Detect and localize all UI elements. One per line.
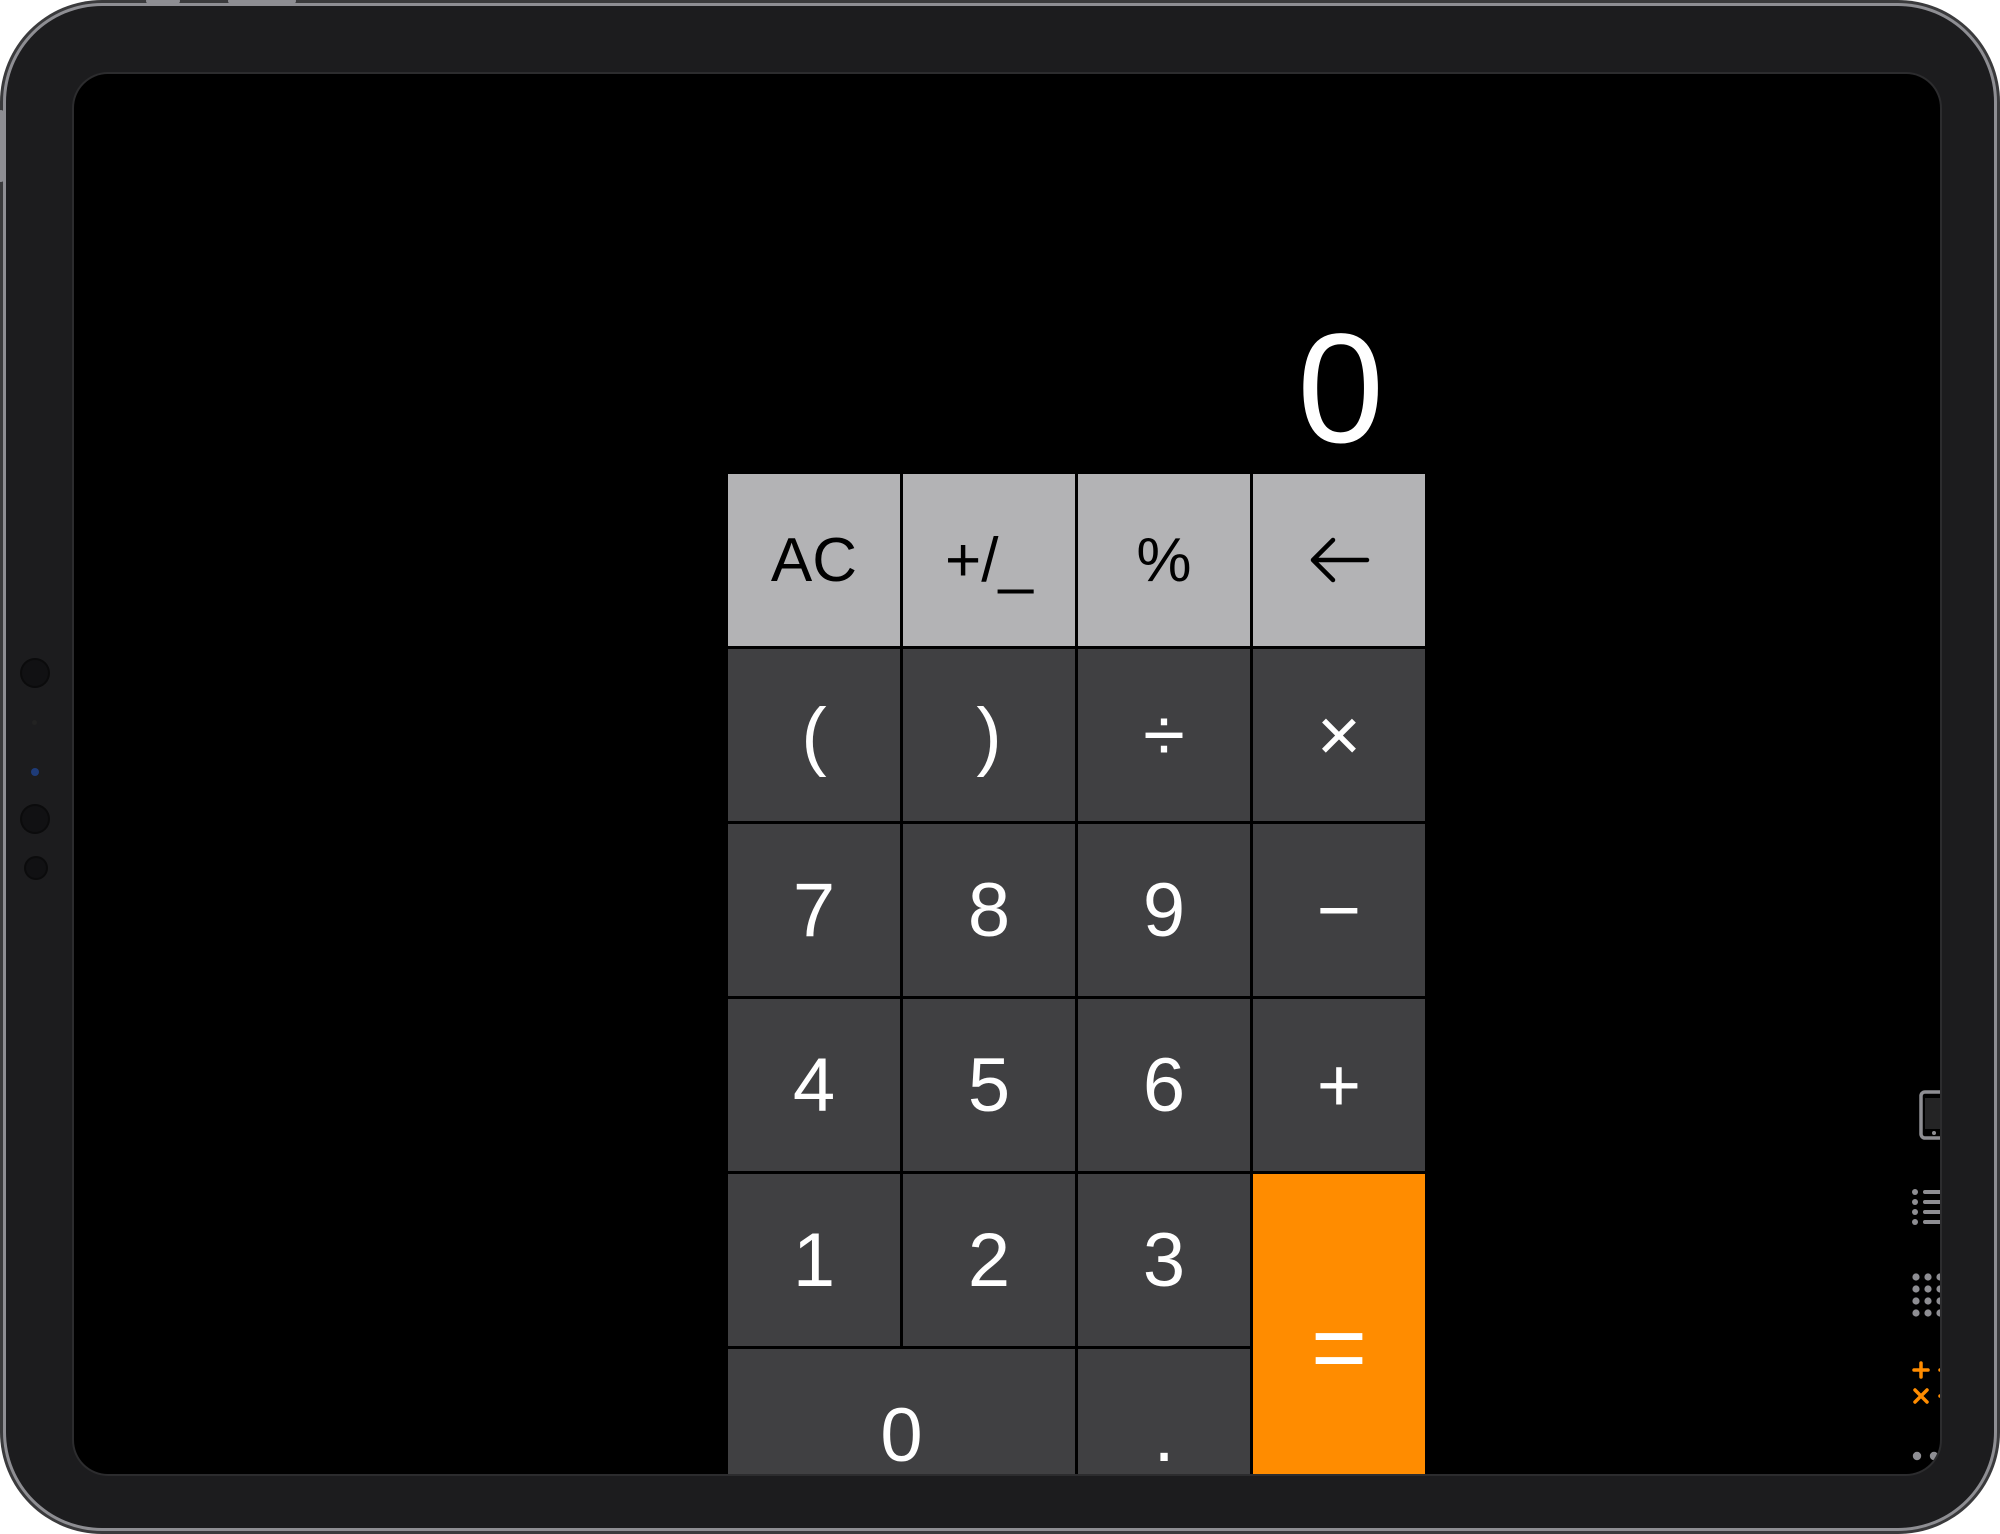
history-list-button[interactable] bbox=[1896, 1174, 1940, 1244]
sign-toggle-button[interactable]: +/_ bbox=[903, 474, 1075, 646]
digit-3-button[interactable]: 3 bbox=[1078, 1174, 1250, 1346]
calculator-mode-button[interactable] bbox=[1896, 1350, 1940, 1420]
face-id-receiver bbox=[26, 858, 46, 878]
digit-0-button[interactable]: 0 bbox=[728, 1349, 1075, 1474]
digit-6-button[interactable]: 6 bbox=[1078, 999, 1250, 1171]
digit-5-button[interactable]: 5 bbox=[903, 999, 1075, 1171]
calculator-display: 0 bbox=[1297, 302, 1384, 476]
keypad-grid-icon bbox=[1912, 1272, 1940, 1322]
device-icon bbox=[1918, 1089, 1940, 1146]
digit-8-button[interactable]: 8 bbox=[903, 824, 1075, 996]
top-volume-button bbox=[146, 0, 180, 4]
side-toolbar bbox=[1896, 1082, 1940, 1474]
minus-button[interactable]: − bbox=[1253, 824, 1425, 996]
multiply-button[interactable]: × bbox=[1253, 649, 1425, 821]
more-options-button[interactable] bbox=[1896, 1422, 1940, 1474]
open-paren-button[interactable]: ( bbox=[728, 649, 900, 821]
calculator-operators-icon bbox=[1912, 1360, 1940, 1410]
backspace-button[interactable] bbox=[1253, 474, 1425, 646]
digit-2-button[interactable]: 2 bbox=[903, 1174, 1075, 1346]
digit-7-button[interactable]: 7 bbox=[728, 824, 900, 996]
face-id-emitter bbox=[22, 806, 48, 832]
keypad-grid-button[interactable] bbox=[1896, 1262, 1940, 1332]
screen: 0 AC +/_ % ( ) ÷ × 7 8 9 − 4 5 6 + 1 2 3… bbox=[74, 74, 1940, 1474]
more-icon bbox=[1912, 1448, 1940, 1466]
digit-1-button[interactable]: 1 bbox=[728, 1174, 900, 1346]
list-icon bbox=[1912, 1188, 1940, 1231]
calculator-keypad: AC +/_ % ( ) ÷ × 7 8 9 − 4 5 6 + 1 2 3 =… bbox=[728, 474, 1425, 1474]
digit-4-button[interactable]: 4 bbox=[728, 999, 900, 1171]
clear-button[interactable]: AC bbox=[728, 474, 900, 646]
percent-button[interactable]: % bbox=[1078, 474, 1250, 646]
decimal-button[interactable]: . bbox=[1078, 1349, 1250, 1474]
device-view-button[interactable] bbox=[1896, 1082, 1940, 1152]
equals-button[interactable]: = bbox=[1253, 1174, 1425, 1474]
divide-button[interactable]: ÷ bbox=[1078, 649, 1250, 821]
proximity-sensor bbox=[31, 768, 39, 776]
plus-button[interactable]: + bbox=[1253, 999, 1425, 1171]
side-button bbox=[0, 110, 4, 182]
digit-9-button[interactable]: 9 bbox=[1078, 824, 1250, 996]
front-camera bbox=[22, 660, 48, 686]
ambient-sensor bbox=[32, 720, 37, 725]
ipad-device-frame: 0 AC +/_ % ( ) ÷ × 7 8 9 − 4 5 6 + 1 2 3… bbox=[0, 0, 1994, 1528]
close-paren-button[interactable]: ) bbox=[903, 649, 1075, 821]
top-power-button bbox=[228, 0, 296, 4]
backspace-arrow-icon bbox=[1307, 535, 1371, 585]
